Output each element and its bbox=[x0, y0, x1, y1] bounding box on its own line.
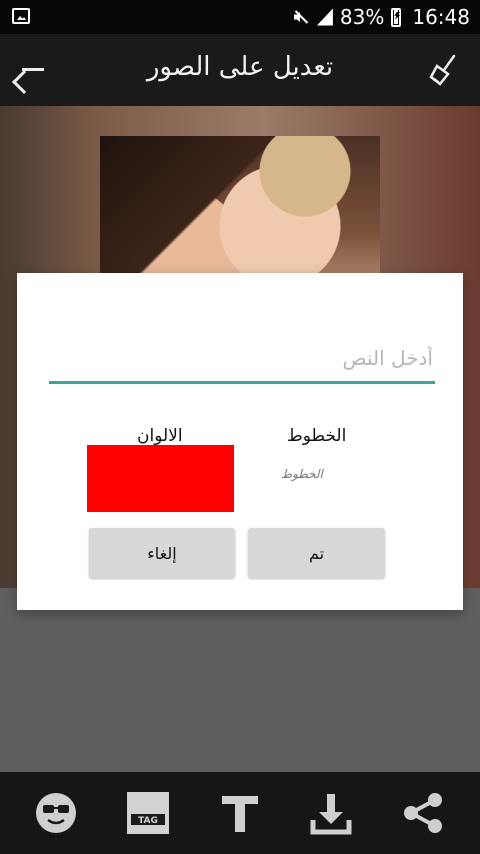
colors-label: الالوان bbox=[137, 426, 183, 446]
bottom-toolbar: TAG bbox=[0, 772, 480, 854]
download-icon[interactable] bbox=[308, 790, 354, 836]
top-toolbar: تعديل على الصور bbox=[0, 34, 480, 106]
cancel-button[interactable]: إلغاء bbox=[89, 528, 235, 578]
color-swatch[interactable] bbox=[87, 445, 234, 512]
page-title: تعديل على الصور bbox=[146, 52, 334, 82]
done-button[interactable]: تم bbox=[248, 528, 385, 578]
text-input[interactable] bbox=[49, 335, 435, 384]
status-icons: 83% 16:48 bbox=[292, 5, 470, 29]
share-icon[interactable] bbox=[400, 790, 446, 836]
battery-percent: 83% bbox=[339, 5, 385, 29]
tag-label: TAG bbox=[138, 816, 158, 826]
image-icon bbox=[12, 8, 30, 24]
clock: 16:48 bbox=[412, 5, 470, 29]
text-dialog: الالوان الخطوط الخطوط إلغاء تم bbox=[17, 273, 463, 610]
battery-icon bbox=[391, 7, 402, 27]
mute-icon bbox=[292, 8, 310, 26]
tag-icon[interactable]: TAG bbox=[125, 790, 171, 836]
broom-icon[interactable] bbox=[426, 52, 462, 88]
signal-icon bbox=[316, 8, 333, 26]
text-icon[interactable] bbox=[217, 790, 263, 836]
fonts-label: الخطوط bbox=[287, 426, 347, 446]
font-selector[interactable]: الخطوط bbox=[281, 467, 323, 481]
photo-overlay bbox=[100, 136, 380, 296]
emoji-icon[interactable] bbox=[33, 790, 79, 836]
status-bar: 83% 16:48 bbox=[0, 0, 480, 34]
